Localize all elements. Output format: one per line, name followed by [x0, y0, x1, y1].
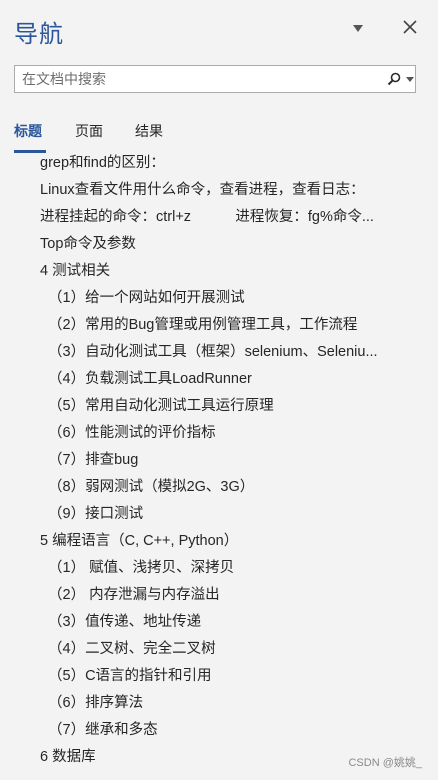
heading-item[interactable]: Top命令及参数	[40, 231, 136, 258]
subheading-item[interactable]: （5）常用自动化测试工具运行原理	[48, 393, 274, 420]
subheading-item[interactable]: （2）常用的Bug管理或用例管理工具，工作流程	[48, 312, 357, 339]
heading-item[interactable]: Linux查看文件用什么命令，查看进程，查看日志：	[40, 177, 365, 204]
tab-pages[interactable]: 页面	[75, 121, 103, 149]
search-icon[interactable]	[387, 72, 401, 86]
heading-item[interactable]: 4 测试相关	[40, 258, 110, 285]
close-icon	[403, 20, 417, 34]
subheading-item[interactable]: （3）值传递、地址传递	[48, 609, 201, 636]
heading-item[interactable]: grep和find的区别：	[40, 152, 165, 177]
chevron-down-icon	[353, 24, 363, 32]
subheading-item[interactable]: （7）继承和多态	[48, 717, 158, 744]
subheading-item[interactable]: （4）二叉树、完全二叉树	[48, 636, 216, 663]
search-box	[14, 65, 416, 93]
search-options-chevron-icon[interactable]	[406, 77, 414, 82]
tab-headings[interactable]: 标题	[14, 121, 42, 149]
subheading-item[interactable]: （6）排序算法	[48, 690, 143, 717]
pane-title: 导航	[14, 21, 64, 48]
heading-item[interactable]: 6 数据库	[40, 744, 96, 771]
watermark: CSDN @姚姚_	[348, 757, 422, 769]
subheading-item[interactable]: （1）给一个网站如何开展测试	[48, 285, 245, 312]
close-button[interactable]	[400, 17, 420, 37]
subheading-item[interactable]: （4）负载测试工具LoadRunner	[48, 366, 252, 393]
pane-options-button[interactable]	[350, 20, 366, 36]
headings-list: grep和find的区别： Linux查看文件用什么命令，查看进程，查看日志： …	[0, 152, 438, 780]
subheading-item[interactable]: （1） 赋值、浅拷贝、深拷贝	[48, 555, 234, 582]
heading-item[interactable]: 进程挂起的命令：ctrl+z 进程恢复：fg%命令...	[40, 204, 374, 231]
heading-item[interactable]: 5 编程语言（C, C++, Python）	[40, 528, 238, 555]
subheading-item[interactable]: （6）性能测试的评价指标	[48, 420, 216, 447]
tab-results[interactable]: 结果	[135, 121, 163, 149]
subheading-item[interactable]: （9）接口测试	[48, 501, 143, 528]
subheading-item[interactable]: （3）自动化测试工具（框架）selenium、Seleniu...	[48, 339, 378, 366]
search-input[interactable]	[15, 66, 375, 92]
subheading-item[interactable]: （5）C语言的指针和引用	[48, 663, 212, 690]
subheading-item[interactable]: （7）排查bug	[48, 447, 138, 474]
subheading-item[interactable]: （8）弱网测试（模拟2G、3G）	[48, 474, 254, 501]
subheading-item[interactable]: （2） 内存泄漏与内存溢出	[48, 582, 220, 609]
